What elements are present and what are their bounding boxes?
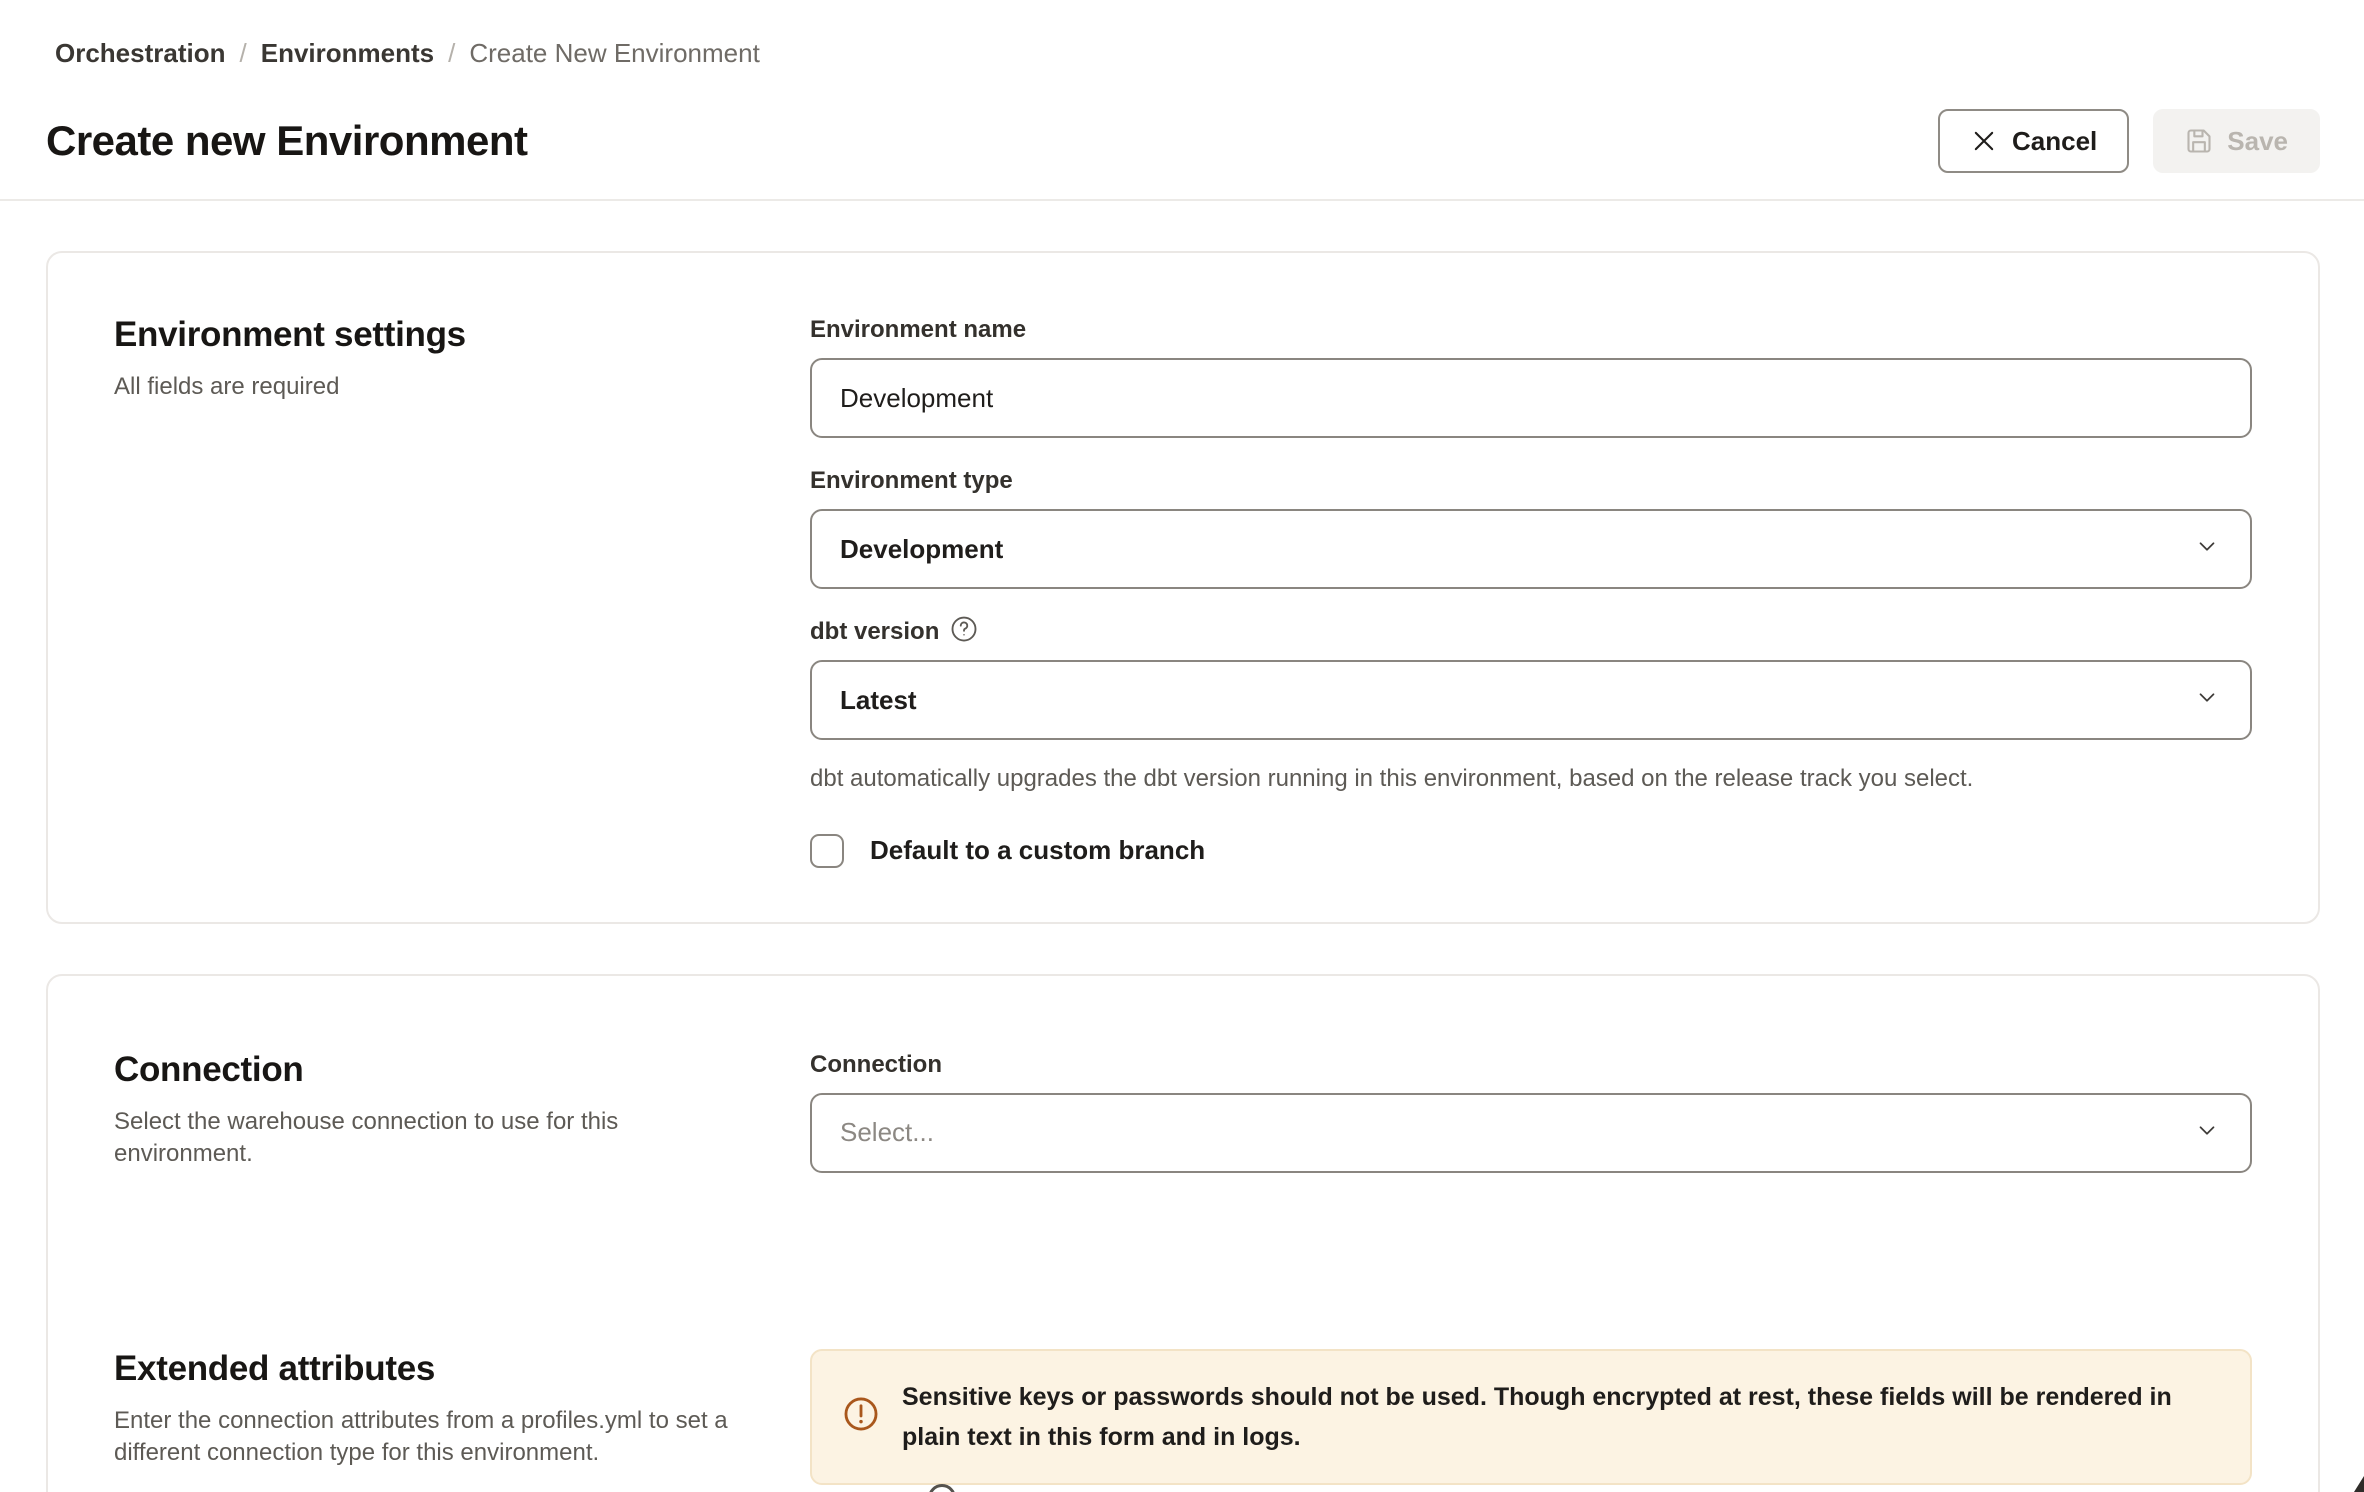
custom-branch-label: Default to a custom branch (870, 835, 1205, 866)
connection-group: Connection Select... (810, 1050, 2252, 1173)
environment-type-value: Development (840, 534, 1003, 565)
cancel-button[interactable]: Cancel (1938, 109, 2129, 173)
page-header: Create new Environment Cancel (46, 109, 2320, 199)
environment-settings-intro: Environment settings All fields are requ… (114, 315, 810, 868)
help-icon[interactable] (949, 614, 979, 651)
header-divider (0, 199, 2364, 201)
sensitive-keys-warning-banner: Sensitive keys or passwords should not b… (810, 1349, 2252, 1485)
page-title: Create new Environment (46, 117, 527, 165)
environment-type-select[interactable]: Development (810, 509, 2252, 589)
dbt-version-label: dbt version (810, 618, 939, 646)
chevron-down-icon (2194, 1117, 2220, 1148)
dbt-version-group: dbt version Latest (810, 617, 2252, 740)
breadcrumb-separator: / (448, 38, 455, 69)
warning-icon (842, 1395, 880, 1438)
environment-settings-card: Environment settings All fields are requ… (46, 251, 2320, 924)
breadcrumb-separator: / (240, 38, 247, 69)
extended-attributes-heading: Extended attributes (114, 1349, 760, 1389)
header-actions: Cancel Save (1938, 109, 2320, 173)
custom-branch-row: Default to a custom branch (810, 834, 2252, 868)
save-button-label: Save (2227, 126, 2288, 157)
environment-name-label: Environment name (810, 315, 2252, 345)
connection-placeholder: Select... (840, 1117, 934, 1148)
connection-row: Connection Select the warehouse connecti… (114, 1050, 2252, 1201)
environment-type-group: Environment type Development (810, 466, 2252, 589)
extended-attributes-subheading: Enter the connection attributes from a p… (114, 1405, 754, 1470)
breadcrumb-current-page: Create New Environment (469, 38, 759, 69)
extended-attributes-row: Extended attributes Enter the connection… (114, 1349, 2252, 1485)
chevron-down-icon (2194, 685, 2220, 716)
environment-name-field (810, 358, 2252, 438)
save-button[interactable]: Save (2153, 109, 2320, 173)
environment-settings-form: Environment name Environment type Develo… (810, 315, 2252, 868)
connection-card: Connection Select the warehouse connecti… (46, 974, 2320, 1492)
breadcrumb-orchestration[interactable]: Orchestration (55, 38, 226, 69)
connection-form: Connection Select... (810, 1050, 2252, 1201)
environment-settings-heading: Environment settings (114, 315, 760, 355)
breadcrumb: Orchestration / Environments / Create Ne… (55, 38, 2320, 69)
close-icon (1970, 127, 1998, 155)
dbt-version-select[interactable]: Latest (810, 660, 2252, 740)
extended-attributes-content: Sensitive keys or passwords should not b… (810, 1349, 2252, 1485)
create-environment-page: Orchestration / Environments / Create Ne… (0, 0, 2364, 1492)
extended-attributes-intro: Extended attributes Enter the connection… (114, 1349, 810, 1485)
connection-intro: Connection Select the warehouse connecti… (114, 1050, 810, 1201)
environment-settings-subheading: All fields are required (114, 371, 760, 403)
connection-select[interactable]: Select... (810, 1093, 2252, 1173)
environment-name-input[interactable] (840, 383, 2190, 414)
environment-name-group: Environment name (810, 315, 2252, 438)
cancel-button-label: Cancel (2012, 126, 2097, 157)
environment-type-label: Environment type (810, 466, 2252, 496)
connection-subheading: Select the warehouse connection to use f… (114, 1106, 662, 1171)
custom-branch-checkbox[interactable] (810, 834, 844, 868)
connection-heading: Connection (114, 1050, 760, 1090)
save-icon (2185, 127, 2213, 155)
breadcrumb-environments[interactable]: Environments (261, 38, 434, 69)
dbt-version-helper-text: dbt automatically upgrades the dbt versi… (810, 762, 2252, 796)
connection-label: Connection (810, 1050, 2252, 1080)
chevron-down-icon (2194, 534, 2220, 565)
warning-text: Sensitive keys or passwords should not b… (902, 1377, 2220, 1457)
dbt-version-value: Latest (840, 685, 917, 716)
